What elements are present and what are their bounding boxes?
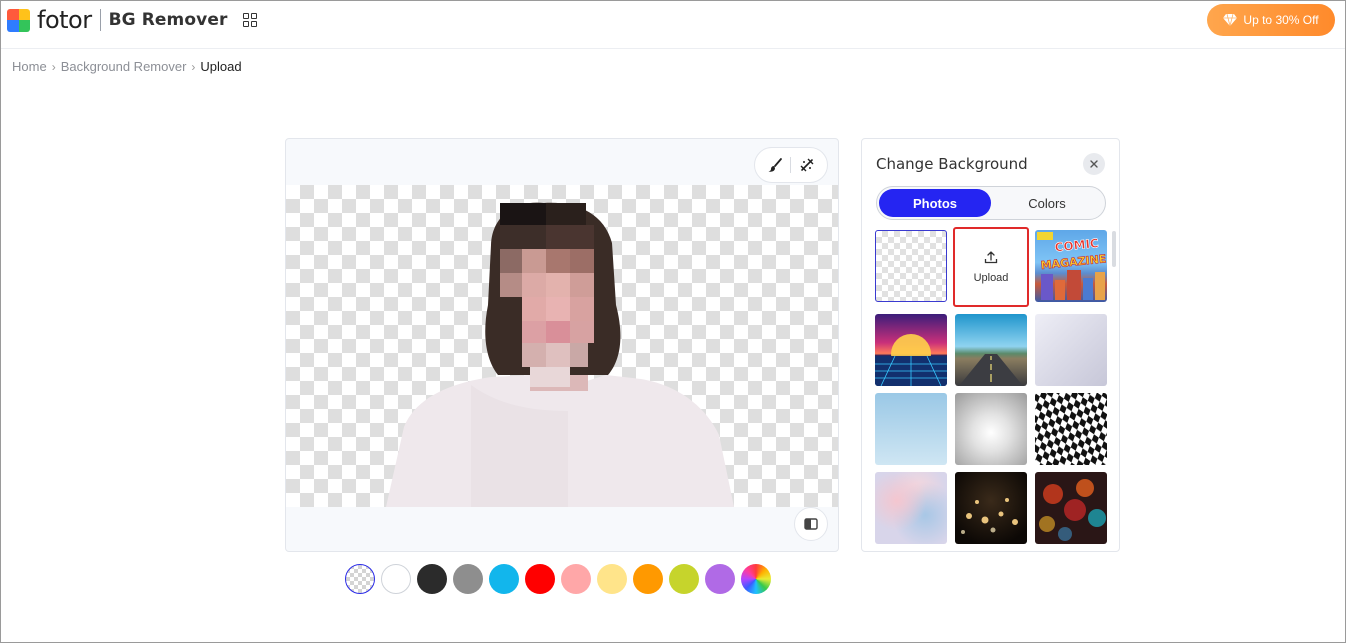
top-header: fotor BG Remover Up to 30% Off	[1, 1, 1345, 49]
tab-photos[interactable]: Photos	[879, 189, 991, 217]
swatch-transparent[interactable]	[345, 564, 375, 594]
logo-divider	[99, 9, 101, 31]
upload-icon	[984, 251, 998, 264]
upload-label: Upload	[973, 272, 1009, 284]
erase-restore-icon[interactable]	[795, 153, 819, 177]
tile-checker-warp[interactable]	[1035, 393, 1107, 465]
swatch-pink[interactable]	[561, 564, 591, 594]
tile-transparent[interactable]	[875, 230, 947, 302]
close-icon	[1090, 160, 1098, 168]
swatch-black[interactable]	[417, 564, 447, 594]
panel-title: Change Background	[876, 155, 1028, 173]
swatch-red[interactable]	[525, 564, 555, 594]
svg-text:COMIC: COMIC	[1054, 236, 1100, 255]
swatch-sky-blue[interactable]	[489, 564, 519, 594]
swatch-custom[interactable]	[741, 564, 771, 594]
compare-icon	[804, 518, 818, 530]
chevron-right-icon: ›	[191, 59, 196, 74]
promo-label: Up to 30% Off	[1243, 13, 1319, 27]
fotor-logo-icon	[7, 8, 30, 32]
panel-scrollbar[interactable]	[1112, 231, 1116, 267]
tile-comic-magazine[interactable]: COMIC MAGAZINE!!	[1035, 230, 1107, 302]
background-grid: Upload COMIC MAGAZINE!!	[875, 227, 1109, 544]
background-type-tabs: Photos Colors	[876, 186, 1106, 220]
editor-canvas	[285, 138, 839, 552]
edit-tools	[754, 147, 828, 183]
tile-heart-bokeh[interactable]	[955, 472, 1027, 544]
tile-sky-gradient[interactable]	[875, 393, 947, 465]
logo-text: fotor	[37, 6, 92, 34]
tile-open-road[interactable]	[955, 314, 1027, 386]
upload-tile[interactable]: Upload	[953, 227, 1029, 307]
tile-white-studio[interactable]	[1035, 314, 1107, 386]
apps-grid-icon[interactable]	[243, 13, 257, 27]
fotor-logo[interactable]: fotor BG Remover	[7, 8, 227, 32]
swatch-white[interactable]	[381, 564, 411, 594]
change-background-panel: Change Background Photos Colors Upload C…	[861, 138, 1120, 552]
promo-button[interactable]: Up to 30% Off	[1207, 4, 1335, 36]
close-button[interactable]	[1083, 153, 1105, 175]
tool-divider	[790, 157, 792, 173]
breadcrumb-home[interactable]: Home	[12, 59, 47, 74]
tile-pastel-clouds[interactable]	[875, 472, 947, 544]
diamond-icon	[1223, 14, 1238, 26]
chevron-right-icon: ›	[51, 59, 56, 74]
tile-retro-sunset[interactable]	[875, 314, 947, 386]
swatch-gray[interactable]	[453, 564, 483, 594]
swatch-orange[interactable]	[633, 564, 663, 594]
breadcrumb-background-remover[interactable]: Background Remover	[61, 59, 187, 74]
swatch-lime[interactable]	[669, 564, 699, 594]
tile-rain-bokeh[interactable]	[1035, 472, 1107, 544]
person-cutout	[386, 202, 734, 507]
product-name: BG Remover	[108, 10, 228, 30]
breadcrumb: Home › Background Remover › Upload	[12, 59, 242, 74]
cutout-preview[interactable]	[286, 185, 838, 507]
svg-text:MAGAZINE!!: MAGAZINE!!	[1040, 251, 1107, 272]
brush-icon[interactable]	[763, 153, 787, 177]
swatch-light-yellow[interactable]	[597, 564, 627, 594]
breadcrumb-current: Upload	[200, 59, 242, 74]
tab-colors[interactable]: Colors	[991, 189, 1103, 217]
compare-button[interactable]	[794, 507, 828, 541]
color-swatches	[345, 564, 771, 594]
tile-gray-radial[interactable]	[955, 393, 1027, 465]
swatch-purple[interactable]	[705, 564, 735, 594]
